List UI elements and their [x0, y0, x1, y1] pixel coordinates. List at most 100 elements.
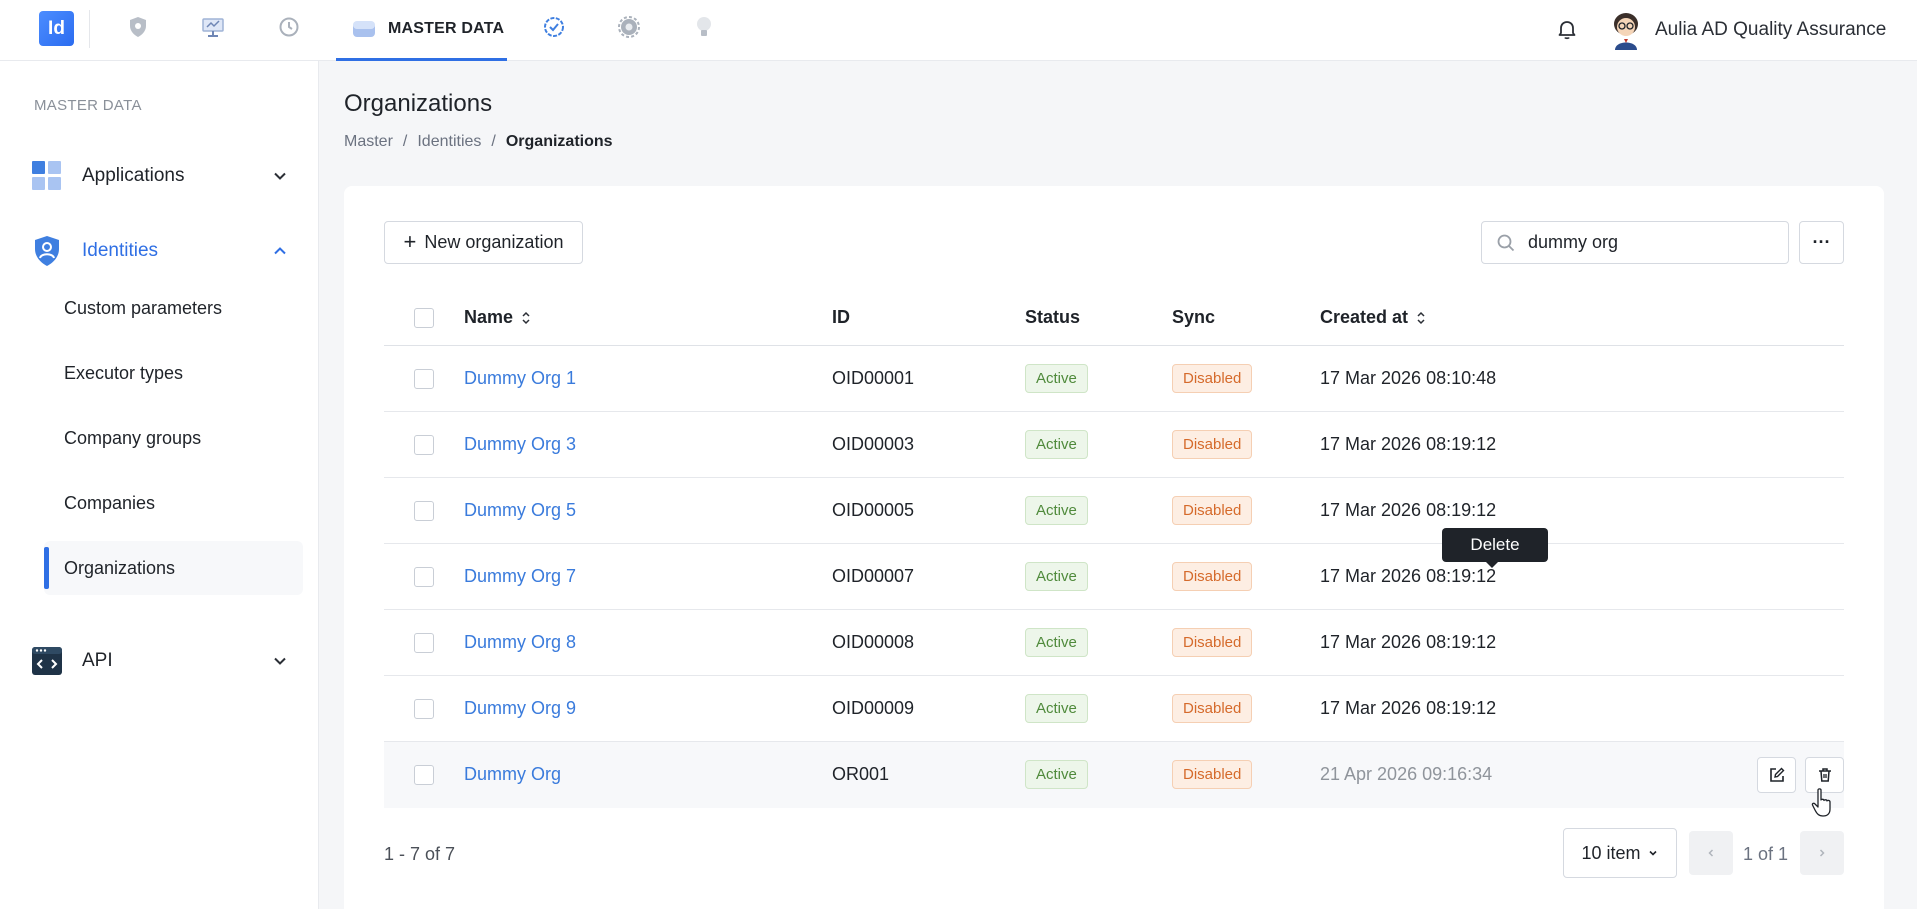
created-at: 17 Mar 2026 08:19:12 — [1320, 632, 1497, 652]
sort-icon — [522, 311, 530, 324]
organization-name-link[interactable]: Dummy Org 9 — [464, 698, 576, 719]
breadcrumb-identities[interactable]: Identities — [417, 133, 481, 151]
select-all-checkbox[interactable] — [414, 308, 434, 328]
sidebar-item-company-groups[interactable]: Company groups — [44, 411, 303, 465]
row-checkbox[interactable] — [414, 567, 434, 587]
column-header-created-at[interactable]: Created at — [1320, 307, 1426, 328]
organization-id: OID00009 — [832, 698, 915, 718]
organization-name-link[interactable]: Dummy Org 1 — [464, 368, 576, 389]
plus-icon: + — [403, 228, 417, 254]
sidebar-item-executor-types[interactable]: Executor types — [44, 346, 303, 400]
table-row[interactable]: Dummy Org OR001 Active Disabled 21 Apr 2… — [384, 742, 1844, 808]
row-checkbox[interactable] — [414, 633, 434, 653]
sidebar-item-companies[interactable]: Companies — [44, 476, 303, 530]
status-badge: Active — [1025, 496, 1088, 525]
table-row[interactable]: Dummy Org 3 OID00003 Active Disabled 17 … — [384, 412, 1844, 478]
sidebar-item-identities[interactable]: Identities — [30, 228, 300, 274]
shield-icon[interactable] — [126, 15, 150, 39]
sidebar-item-applications[interactable]: Applications — [30, 153, 300, 199]
table-row[interactable]: Dummy Org 5 OID00005 Active Disabled 17 … — [384, 478, 1844, 544]
sync-badge: Disabled — [1172, 430, 1253, 459]
table-row[interactable]: Dummy Org 8 OID00008 Active Disabled 17 … — [384, 610, 1844, 676]
next-page-button[interactable] — [1800, 831, 1844, 875]
more-options-button[interactable]: ··· — [1799, 221, 1844, 264]
column-header-name[interactable]: Name — [464, 307, 531, 328]
page-size-select[interactable]: 10 item — [1563, 828, 1677, 878]
edit-button[interactable] — [1757, 757, 1796, 793]
result-count: 1 - 7 of 7 — [384, 844, 456, 864]
organizations-card: + New organization ··· Name ID Status Sy… — [344, 186, 1884, 909]
organization-name-link[interactable]: Dummy Org — [464, 764, 561, 785]
bell-icon[interactable] — [1555, 17, 1579, 41]
sidebar-item-applications-label: Applications — [82, 165, 185, 186]
search-icon — [1497, 234, 1515, 251]
breadcrumb-master[interactable]: Master — [344, 133, 393, 151]
search-input[interactable] — [1528, 232, 1758, 253]
organization-name-link[interactable]: Dummy Org 8 — [464, 632, 576, 653]
sidebar: MASTER DATA Applications Identities Cust… — [0, 61, 319, 909]
history-clock-icon[interactable] — [277, 15, 301, 39]
created-at: 17 Mar 2026 08:19:12 — [1320, 500, 1497, 520]
delete-tooltip: Delete — [1442, 528, 1548, 568]
status-badge: Active — [1025, 430, 1088, 459]
row-checkbox[interactable] — [414, 699, 434, 719]
chevron-down-icon — [274, 657, 286, 665]
gear-icon[interactable] — [617, 15, 641, 39]
app-logo[interactable]: Id — [39, 11, 74, 46]
tab-master-data[interactable]: MASTER DATA — [336, 0, 507, 61]
sidebar-item-organizations[interactable]: Organizations — [44, 541, 303, 595]
organization-name-link[interactable]: Dummy Org 5 — [464, 500, 576, 521]
sync-badge: Disabled — [1172, 562, 1253, 591]
lightbulb-icon[interactable] — [692, 15, 716, 39]
organization-name-link[interactable]: Dummy Org 3 — [464, 434, 576, 455]
chevron-right-icon — [1819, 849, 1825, 857]
table-row[interactable]: Dummy Org 7 OID00007 Active Disabled 17 … — [384, 544, 1844, 610]
chevron-down-icon — [1648, 850, 1657, 856]
created-at: 17 Mar 2026 08:19:12 — [1320, 698, 1497, 718]
avatar[interactable] — [1607, 10, 1645, 50]
organization-id: OID00008 — [832, 632, 915, 652]
page-title: Organizations — [344, 90, 493, 117]
previous-page-button[interactable] — [1689, 831, 1733, 875]
search-box[interactable] — [1481, 221, 1789, 264]
sidebar-item-api-label: API — [82, 650, 113, 671]
check-badge-icon[interactable] — [542, 15, 566, 39]
tab-master-data-label: MASTER DATA — [388, 20, 505, 37]
user-name[interactable]: Aulia AD Quality Assurance — [1655, 19, 1886, 41]
row-checkbox[interactable] — [414, 501, 434, 521]
breadcrumb-organizations: Organizations — [505, 133, 613, 150]
applications-grid-icon — [30, 159, 64, 193]
sync-badge: Disabled — [1172, 628, 1253, 657]
column-header-sync: Sync — [1172, 307, 1216, 327]
created-at: 21 Apr 2026 09:16:34 — [1320, 764, 1493, 784]
chevron-left-icon — [1708, 849, 1714, 857]
organization-id: OR001 — [832, 764, 890, 784]
status-badge: Active — [1025, 364, 1088, 393]
column-name-label: Name — [464, 307, 514, 327]
hand-cursor-icon — [1811, 788, 1833, 818]
table-row[interactable]: Dummy Org 9 OID00009 Active Disabled 17 … — [384, 676, 1844, 742]
sort-icon — [1417, 311, 1425, 324]
organization-name-link[interactable]: Dummy Org 7 — [464, 566, 576, 587]
sidebar-item-custom-parameters[interactable]: Custom parameters — [44, 281, 303, 335]
row-checkbox[interactable] — [414, 369, 434, 389]
created-at: 17 Mar 2026 08:19:12 — [1320, 566, 1497, 586]
trash-icon — [1818, 768, 1831, 782]
column-header-id: ID — [832, 307, 850, 327]
organization-id: OID00003 — [832, 434, 915, 454]
sync-badge: Disabled — [1172, 694, 1253, 723]
page-info: 1 of 1 — [1743, 844, 1789, 864]
row-checkbox[interactable] — [414, 435, 434, 455]
column-header-status: Status — [1025, 307, 1081, 327]
sidebar-heading: MASTER DATA — [34, 97, 142, 114]
table-row[interactable]: Dummy Org 1 OID00001 Active Disabled 17 … — [384, 346, 1844, 412]
chevron-up-icon — [274, 247, 286, 255]
sidebar-item-api[interactable]: API — [30, 638, 300, 684]
row-checkbox[interactable] — [414, 765, 434, 785]
new-organization-button[interactable]: + New organization — [384, 221, 583, 264]
edit-icon — [1769, 767, 1784, 782]
organization-id: OID00001 — [832, 368, 915, 388]
sync-badge: Disabled — [1172, 364, 1253, 393]
presentation-icon[interactable] — [201, 15, 225, 39]
breadcrumb-separator: / — [402, 133, 408, 150]
